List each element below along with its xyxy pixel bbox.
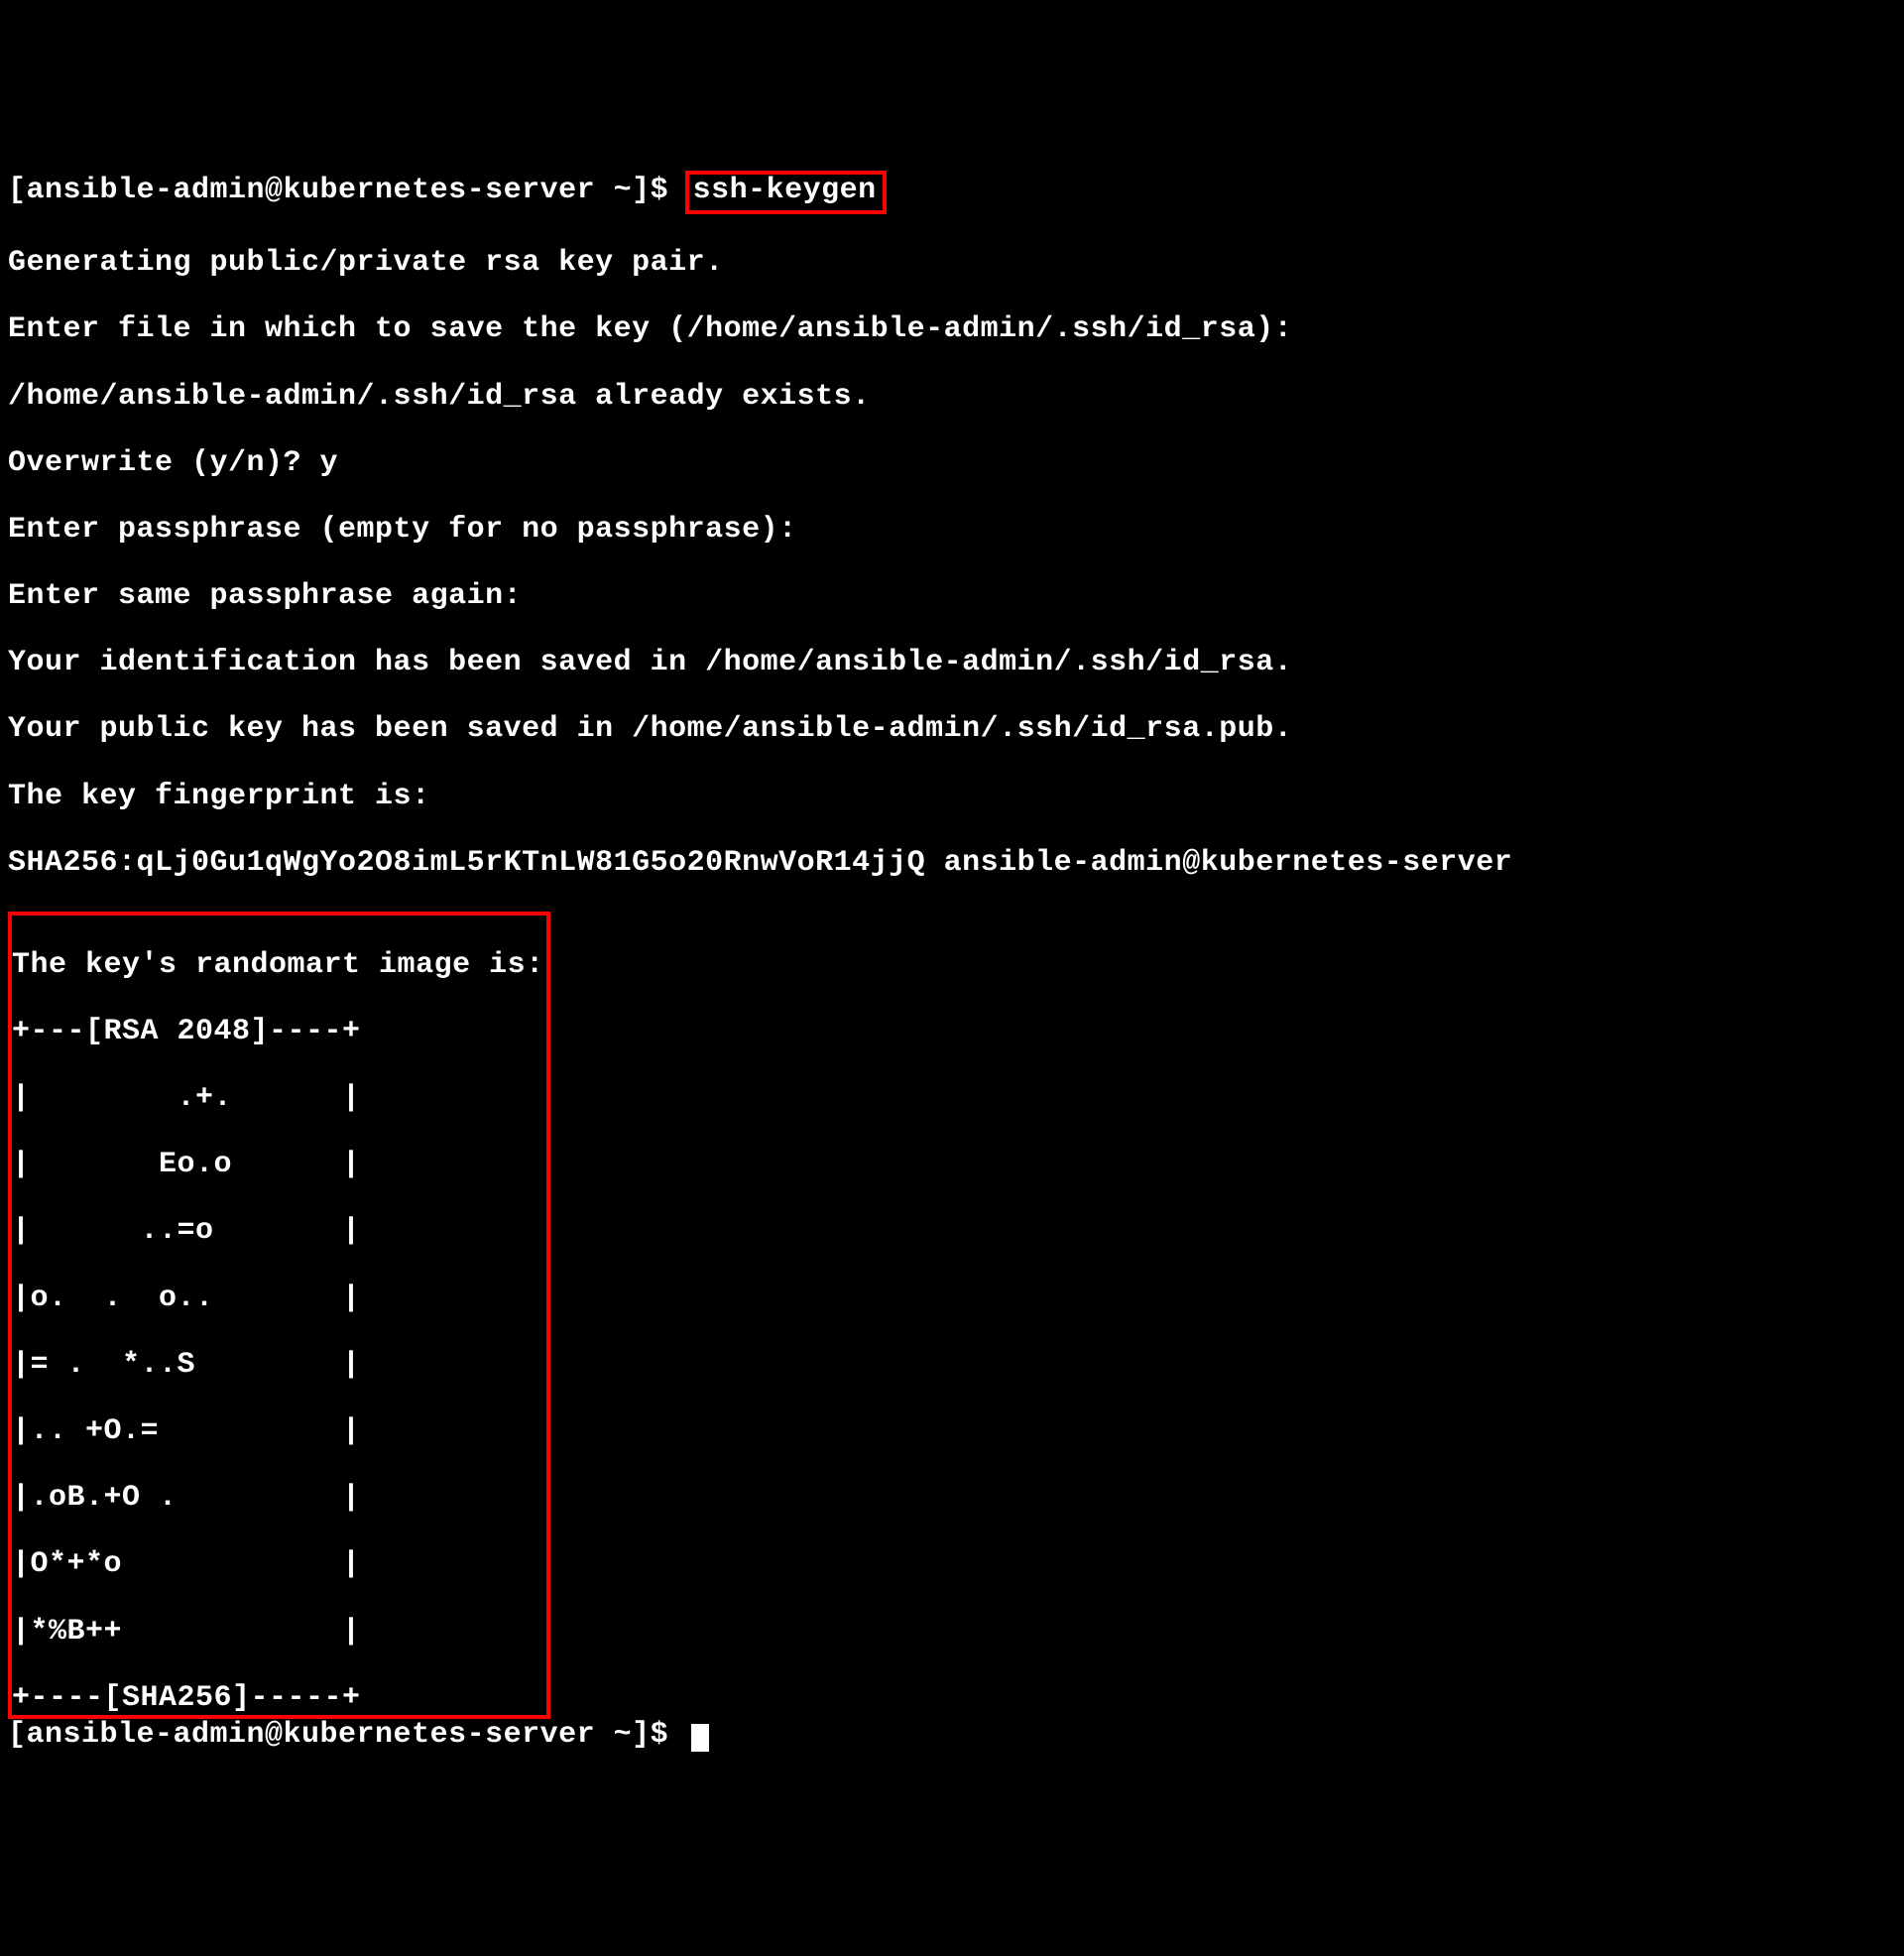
randomart-line: |.. +O.= |: [12, 1415, 544, 1449]
shell-prompt: [ansible-admin@kubernetes-server ~]$: [8, 1718, 687, 1752]
randomart-line: |o. . o.. |: [12, 1283, 544, 1316]
cursor-icon: [691, 1724, 709, 1752]
randomart-highlighted-box: The key's randomart image is: +---[RSA 2…: [8, 912, 550, 1719]
randomart-line: | ..=o |: [12, 1215, 544, 1249]
randomart-line: |.oB.+O . |: [12, 1482, 544, 1516]
highlighted-command: ssh-keygen: [685, 171, 887, 214]
randomart-line: |*%B++ |: [12, 1616, 544, 1650]
randomart-line: +---[RSA 2048]----+: [12, 1016, 544, 1049]
output-line: The key fingerprint is:: [8, 781, 1896, 814]
randomart-line: |O*+*o |: [12, 1548, 544, 1582]
randomart-line: +----[SHA256]-----+: [12, 1682, 544, 1716]
terminal-window[interactable]: [ansible-admin@kubernetes-server ~]$ ssh…: [8, 137, 1896, 1785]
output-line: SHA256:qLj0Gu1qWgYo2O8imL5rKTnLW81G5o20R…: [8, 847, 1896, 881]
output-line: Your identification has been saved in /h…: [8, 647, 1896, 680]
output-line: Enter file in which to save the key (/ho…: [8, 313, 1896, 347]
randomart-line: | Eo.o |: [12, 1149, 544, 1182]
randomart-header: The key's randomart image is:: [12, 949, 544, 983]
shell-prompt: [ansible-admin@kubernetes-server ~]$: [8, 174, 687, 207]
output-line: Your public key has been saved in /home/…: [8, 713, 1896, 747]
output-line: Generating public/private rsa key pair.: [8, 247, 1896, 281]
output-line: Enter same passphrase again:: [8, 580, 1896, 614]
output-line: /home/ansible-admin/.ssh/id_rsa already …: [8, 381, 1896, 415]
randomart-line: |= . *..S |: [12, 1349, 544, 1383]
randomart-line: | .+. |: [12, 1082, 544, 1116]
output-line: Overwrite (y/n)? y: [8, 447, 1896, 481]
output-line: Enter passphrase (empty for no passphras…: [8, 514, 1896, 548]
